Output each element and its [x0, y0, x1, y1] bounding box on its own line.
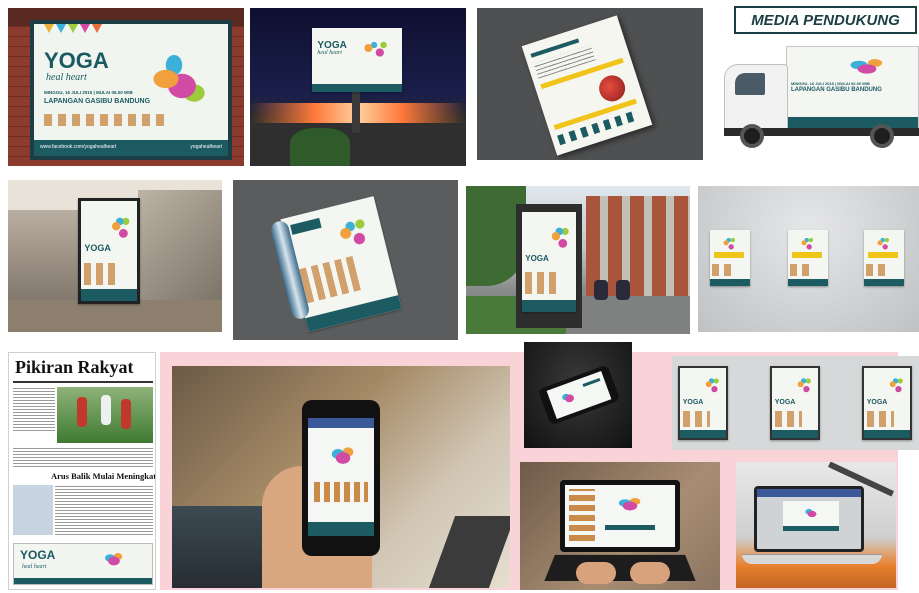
- frame-poster-1: YOGA: [678, 366, 728, 440]
- newspaper-ad: YOGA heal heart: [13, 543, 153, 585]
- newspaper-tile: Pikiran Rakyat Arus Balik Mulai Meningka…: [8, 352, 156, 590]
- billboard-date: MINGGU, 16 JULI 2015 | MULAI 06.00 WIB: [44, 90, 133, 95]
- night-billboard-poster: YOGA heal heart: [312, 28, 402, 92]
- newspaper-masthead: Pikiran Rakyat: [15, 357, 134, 377]
- large-phone: [302, 400, 380, 556]
- large-phone-screen: [308, 418, 374, 536]
- billboard-night-tile: YOGA heal heart: [250, 8, 466, 166]
- wall-poster-3: [864, 230, 904, 286]
- newspaper-photo: [57, 387, 153, 443]
- billboard-footer: www.facebook.com/yogahealheart yogahealh…: [34, 140, 228, 156]
- bus-shelter-tile: YOGA: [466, 186, 690, 334]
- newspaper-headline: Arus Balik Mulai Meningkat: [51, 471, 156, 481]
- laptop-hands-tile: [520, 462, 720, 590]
- frame-poster-2: YOGA: [770, 366, 820, 440]
- laptop-table-tile: [736, 462, 896, 588]
- laptop2-screen: [754, 486, 864, 552]
- billboard-subtitle: heal heart: [46, 72, 87, 83]
- wall-poster-2: [788, 230, 828, 286]
- truck-body: MINGGU, 16 JULI 2015 | MULAI 06.00 WIB L…: [786, 46, 919, 132]
- billboard-footer-handle: yogahealheart: [190, 144, 222, 150]
- flyer-grey-tile: [477, 8, 703, 160]
- truck-cab: [724, 64, 788, 132]
- flyer: [521, 15, 653, 156]
- laptop-screen: [560, 480, 680, 552]
- billboard-footer-url: www.facebook.com/yogahealheart: [40, 144, 117, 150]
- bus-shelter-poster: YOGA: [522, 212, 576, 312]
- phone-dark-tile: [524, 342, 632, 448]
- three-posters-tile: YOGA YOGA YOGA: [672, 356, 919, 450]
- billboard-title: YOGA: [44, 48, 109, 73]
- mall-poster: YOGA: [78, 198, 140, 304]
- small-phone: [537, 364, 621, 426]
- wall-posters-tile: [698, 186, 919, 332]
- hand-phone-tile: [172, 366, 510, 588]
- mall-lightbox-tile: YOGA: [8, 180, 222, 332]
- yoga-figure: [134, 44, 214, 114]
- media-pendukung-label: MEDIA PENDUKUNG: [734, 6, 917, 34]
- billboard-frame: YOGA heal heart MINGGU, 16 JULI 2015 | M…: [30, 20, 232, 160]
- truck-tile: MEDIA PENDUKUNG MINGGU, 16 JULI 2015 | M…: [710, 0, 919, 178]
- magazine-tile: [233, 180, 458, 340]
- billboard-brick-tile: YOGA heal heart MINGGU, 16 JULI 2015 | M…: [8, 8, 244, 166]
- wall-poster-1: [710, 230, 750, 286]
- frame-poster-3: YOGA: [862, 366, 912, 440]
